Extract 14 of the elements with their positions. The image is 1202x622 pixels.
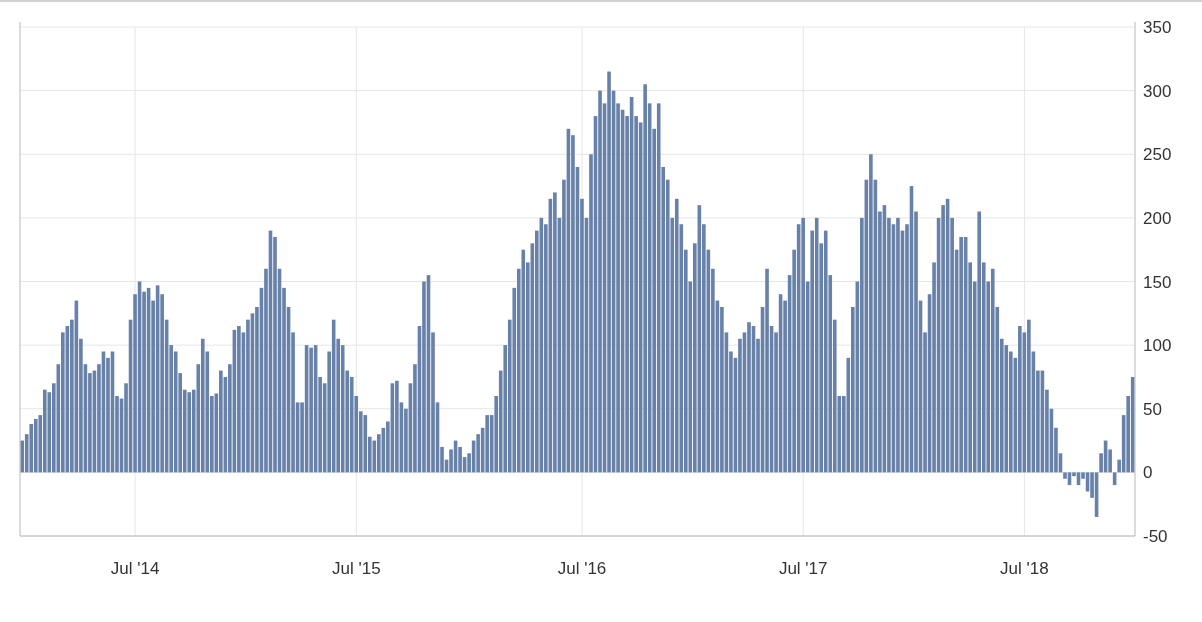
y-axis-label: 300 xyxy=(1143,81,1172,101)
x-axis-label: Jul '15 xyxy=(332,559,381,578)
y-axis-label: 200 xyxy=(1143,208,1172,228)
x-axis-label: Jul '16 xyxy=(557,559,607,578)
y-axis-label: 350 xyxy=(1143,18,1172,37)
x-axis-label: Jul '14 xyxy=(110,559,160,578)
y-axis-label: 150 xyxy=(1143,272,1172,292)
x-axis-label: Jul '18 xyxy=(1000,559,1049,578)
y-axis-label: 100 xyxy=(1143,336,1172,356)
x-axis-label: Jul '17 xyxy=(778,559,828,578)
y-axis-label: 50 xyxy=(1143,399,1162,419)
y-axis-label: 0 xyxy=(1143,463,1153,483)
y-axis-label: 250 xyxy=(1143,145,1172,165)
y-axis-label: -50 xyxy=(1143,527,1168,546)
